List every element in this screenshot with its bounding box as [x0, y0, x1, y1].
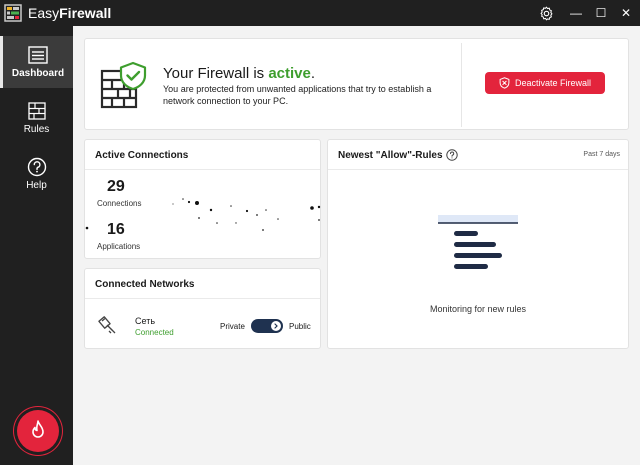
- network-status: Connected: [135, 328, 174, 337]
- sidebar-item-rules[interactable]: Rules: [0, 92, 73, 144]
- rules-period: Past 7 days: [583, 151, 620, 158]
- status-title-prefix: Your Firewall is: [163, 65, 269, 82]
- app-title-part2: Firewall: [59, 5, 112, 21]
- status-state: active: [268, 65, 311, 82]
- network-name: Сеть: [135, 316, 156, 326]
- close-icon: ✕: [620, 6, 632, 20]
- connected-networks-card: Connected Networks Сеть Connected Privat…: [84, 268, 321, 349]
- firewall-status-title: Your Firewall is active.: [163, 65, 315, 82]
- gear-icon: [540, 6, 552, 20]
- connected-networks-title: Connected Networks: [95, 279, 195, 290]
- close-button[interactable]: ✕: [611, 0, 640, 26]
- deactivate-firewall-label: Deactivate Firewall: [514, 78, 592, 88]
- maximize-icon: ☐: [595, 6, 607, 20]
- firewall-status-description: You are protected from unwanted applicat…: [163, 84, 432, 106]
- sidebar-item-dashboard[interactable]: Dashboard: [0, 36, 73, 88]
- status-title-suffix: .: [310, 65, 316, 82]
- settings-button[interactable]: [531, 0, 561, 26]
- ethernet-cable-icon: [98, 316, 116, 334]
- chevron-right-icon: [274, 323, 278, 329]
- firewall-shield-icon: [100, 61, 147, 109]
- rules-list-icon: [438, 215, 518, 269]
- flame-icon: [32, 420, 44, 438]
- rules-icon: [27, 102, 46, 120]
- sidebar: Dashboard Rules Help: [0, 26, 73, 465]
- minimize-icon: —: [570, 6, 582, 20]
- public-label: Public: [289, 322, 311, 331]
- title-bar: EasyFirewall — ☐ ✕: [0, 0, 640, 26]
- active-connections-title: Active Connections: [95, 150, 189, 161]
- connected-networks-header: Connected Networks: [85, 269, 320, 299]
- toggle-knob: [271, 321, 281, 331]
- status-divider: [461, 43, 462, 127]
- shield-off-icon: [499, 77, 510, 89]
- sidebar-item-label: Help: [26, 180, 47, 191]
- sidebar-item-label: Dashboard: [11, 68, 65, 79]
- active-connections-header: Active Connections: [85, 140, 320, 170]
- question-circle-icon[interactable]: [446, 149, 458, 161]
- connections-graph: [85, 198, 321, 231]
- deactivate-firewall-button[interactable]: Deactivate Firewall: [485, 72, 605, 94]
- private-label: Private: [220, 322, 245, 331]
- app-title: EasyFirewall: [28, 5, 111, 21]
- allow-rules-header: Newest "Allow"-Rules Past 7 days: [328, 140, 628, 170]
- app-title-part1: Easy: [28, 5, 60, 21]
- newest-allow-rules-card: Newest "Allow"-Rules Past 7 days Monitor…: [327, 139, 629, 349]
- network-profile-toggle[interactable]: [251, 319, 283, 333]
- app-logo-icon: [4, 4, 22, 22]
- firewall-toggle-button[interactable]: [17, 410, 59, 452]
- active-connections-card: Active Connections 29 Connections 16 App…: [84, 139, 321, 259]
- dashboard-icon: [28, 46, 48, 64]
- monitoring-message: Monitoring for new rules: [429, 304, 527, 314]
- help-icon: [27, 157, 46, 177]
- allow-rules-title: Newest "Allow"-Rules: [338, 150, 443, 161]
- sidebar-item-label: Rules: [23, 124, 50, 135]
- sidebar-item-help[interactable]: Help: [0, 148, 73, 200]
- firewall-status-card: Your Firewall is active. You are protect…: [84, 38, 629, 130]
